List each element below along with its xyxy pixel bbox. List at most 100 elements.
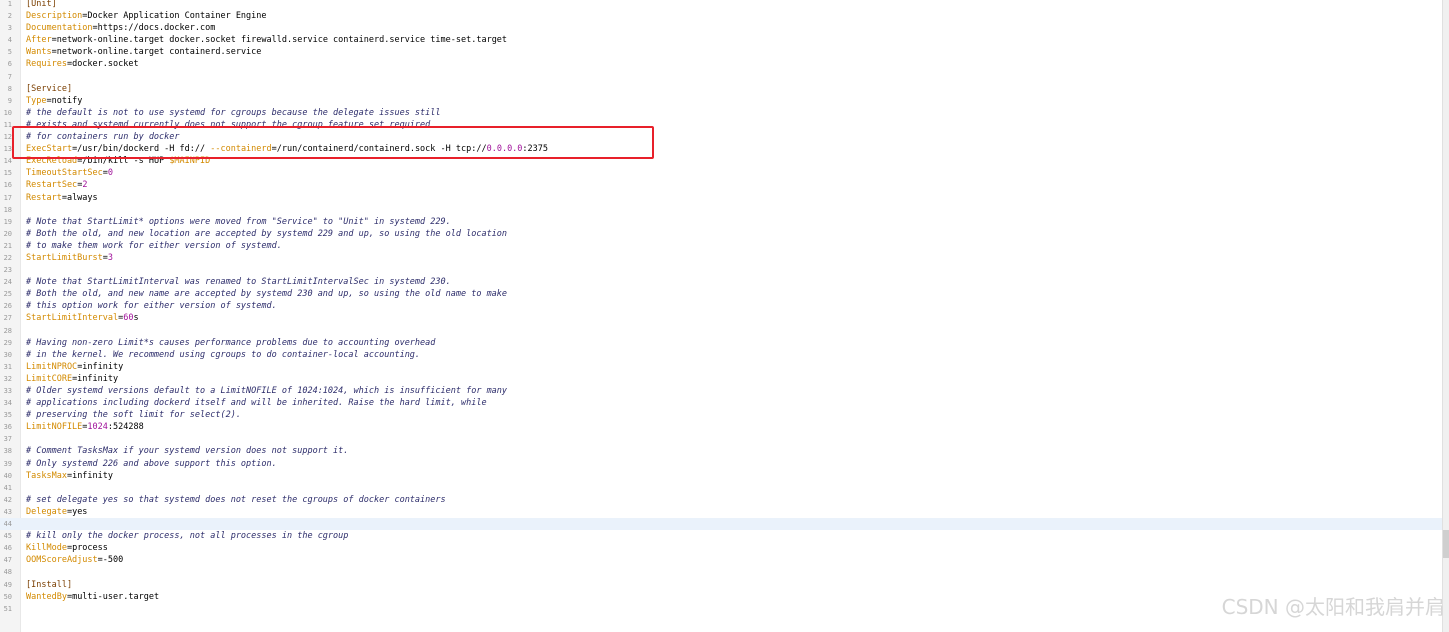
- line-number: 9: [7, 96, 12, 105]
- code-line[interactable]: 14 ExecReload=/bin/kill -s HUP $MAINPID: [0, 155, 1443, 167]
- code-line[interactable]: 33 # Older systemd versions default to a …: [0, 385, 1443, 397]
- token-key: ExecStart: [26, 144, 73, 155]
- code-line[interactable]: 35 # preserving the soft limit for select…: [0, 409, 1443, 421]
- token-plain: =/bin/kill -s HUP: [77, 156, 170, 167]
- line-number: 26: [3, 302, 12, 311]
- line-text: # Note that StartLimit* options were mov…: [26, 216, 451, 228]
- code-line[interactable]: 37: [0, 433, 1443, 445]
- csdn-watermark: CSDN @太阳和我肩并肩: [1221, 595, 1445, 619]
- code-line[interactable]: 18: [0, 204, 1443, 216]
- code-line[interactable]: 2 Description=Docker Application Containe…: [0, 10, 1443, 22]
- line-number: 25: [3, 290, 12, 299]
- token-cmt: # Having non-zero Limit*s causes perform…: [26, 337, 436, 348]
- code-line[interactable]: 43 Delegate=yes: [0, 506, 1443, 518]
- scrollbar-thumb[interactable]: [1443, 530, 1449, 558]
- code-line[interactable]: 48: [0, 566, 1443, 578]
- code-line[interactable]: 10 # the default is not to use systemd fo…: [0, 107, 1443, 119]
- line-text: [Service]: [26, 83, 72, 95]
- code-line[interactable]: 44: [0, 518, 1443, 531]
- code-line[interactable]: 3 Documentation=https://docs.docker.com: [0, 22, 1443, 34]
- code-line[interactable]: 30 # in the kernel. We recommend using cg…: [0, 349, 1443, 361]
- code-line[interactable]: 36 LimitNOFILE=1024:524288: [0, 421, 1443, 433]
- code-line[interactable]: 21 # to make them work for either version…: [0, 240, 1443, 252]
- line-text: TimeoutStartSec=0: [26, 167, 113, 179]
- token-plain: =notify: [46, 95, 83, 106]
- code-line[interactable]: 49 [Install]: [0, 579, 1443, 591]
- code-line[interactable]: 20 # Both the old, and new location are a…: [0, 228, 1443, 240]
- code-line[interactable]: 38 # Comment TasksMax if your systemd ver…: [0, 445, 1443, 457]
- code-line[interactable]: 9 Type=notify: [0, 95, 1443, 107]
- token-section: [Unit]: [26, 0, 57, 9]
- code-line[interactable]: 17 Restart=always: [0, 192, 1443, 204]
- line-text: StartLimitInterval=60s: [26, 312, 139, 324]
- code-line[interactable]: 19 # Note that StartLimit* options were m…: [0, 216, 1443, 228]
- code-line[interactable]: 13 ExecStart=/usr/bin/dockerd -H fd:// --…: [0, 143, 1443, 155]
- code-line[interactable]: 28: [0, 325, 1443, 337]
- line-text: # this option work for either version of…: [26, 300, 277, 312]
- line-number: 28: [3, 326, 12, 335]
- token-cmt: # Older systemd versions default to a Li…: [26, 386, 508, 396]
- code-line[interactable]: 24 # Note that StartLimitInterval was ren…: [0, 276, 1443, 288]
- code-line[interactable]: 4 After=network-online.target docker.sock…: [0, 34, 1443, 46]
- vertical-scrollbar[interactable]: [1442, 0, 1449, 632]
- token-key: Description: [26, 11, 83, 22]
- code-line[interactable]: 46 KillMode=process: [0, 542, 1443, 554]
- code-line[interactable]: 29 # Having non-zero Limit*s causes perfo…: [0, 337, 1443, 349]
- code-line[interactable]: 15 TimeoutStartSec=0: [0, 167, 1443, 179]
- code-line[interactable]: 34 # applications including dockerd itsel…: [0, 397, 1443, 409]
- text-editor[interactable]: 1 [Unit] 2 Description=Docker Application C…: [0, 0, 1443, 632]
- token-key: WantedBy: [26, 591, 67, 602]
- code-line[interactable]: 41: [0, 482, 1443, 494]
- line-number: 36: [3, 423, 12, 432]
- code-line[interactable]: 31 LimitNPROC=infinity: [0, 361, 1443, 373]
- code-line[interactable]: 5 Wants=network-online.target containerd.…: [0, 46, 1443, 58]
- code-line[interactable]: 40 TasksMax=infinity: [0, 470, 1443, 482]
- code-line[interactable]: 7: [0, 71, 1443, 83]
- line-number: 38: [3, 447, 12, 456]
- line-number: 27: [3, 314, 12, 323]
- code-line[interactable]: 47 OOMScoreAdjust=-500: [0, 554, 1443, 566]
- line-number: 50: [3, 592, 12, 601]
- code-line[interactable]: 16 RestartSec=2: [0, 179, 1443, 191]
- line-number: 3: [7, 24, 12, 33]
- line-number: 21: [3, 241, 12, 250]
- line-text: KillMode=process: [26, 542, 108, 554]
- line-number: 41: [3, 483, 12, 492]
- code-line[interactable]: 8 [Service]: [0, 83, 1443, 95]
- token-plain: s: [133, 313, 139, 324]
- token-plain: =yes: [66, 506, 88, 517]
- line-number: 37: [3, 435, 12, 444]
- line-text: # Older systemd versions default to a Li…: [26, 385, 507, 397]
- token-cmt: # Note that StartLimitInterval was renam…: [26, 277, 451, 288]
- code-line[interactable]: 12 # for containers run by docker: [0, 131, 1443, 143]
- code-line[interactable]: 6 Requires=docker.socket: [0, 58, 1443, 70]
- line-number: 16: [3, 181, 12, 190]
- token-num: 1024: [87, 422, 108, 433]
- line-number: 20: [3, 229, 12, 238]
- code-line[interactable]: 25 # Both the old, and new name are accep…: [0, 288, 1443, 300]
- code-lines[interactable]: 1 [Unit] 2 Description=Docker Application C…: [0, 0, 1443, 615]
- line-number: 39: [3, 459, 12, 468]
- line-number: 24: [3, 278, 12, 287]
- line-number: 11: [3, 120, 12, 129]
- code-line[interactable]: 39 # Only systemd 226 and above support t…: [0, 458, 1443, 470]
- line-text: Restart=always: [26, 192, 98, 204]
- code-line[interactable]: 23: [0, 264, 1443, 276]
- line-number: 47: [3, 556, 12, 565]
- token-cmt: # Note that StartLimit* options were mov…: [26, 216, 451, 227]
- code-line[interactable]: 11 # exists and systemd currently does no…: [0, 119, 1443, 131]
- line-text: # the default is not to use systemd for …: [26, 107, 441, 119]
- line-number: 31: [3, 362, 12, 371]
- code-line[interactable]: 27 StartLimitInterval=60s: [0, 312, 1443, 324]
- line-text: # Only systemd 226 and above support thi…: [26, 458, 277, 470]
- line-text: RestartSec=2: [26, 179, 87, 191]
- code-line[interactable]: 1 [Unit]: [0, 0, 1443, 10]
- line-text: TasksMax=infinity: [26, 470, 113, 482]
- code-line[interactable]: 22 StartLimitBurst=3: [0, 252, 1443, 264]
- line-text: Type=notify: [26, 95, 82, 107]
- code-line[interactable]: 45 # kill only the docker process, not al…: [0, 530, 1443, 542]
- code-line[interactable]: 32 LimitCORE=infinity: [0, 373, 1443, 385]
- code-line[interactable]: 42 # set delegate yes so that systemd doe…: [0, 494, 1443, 506]
- code-line[interactable]: 26 # this option work for either version …: [0, 300, 1443, 312]
- token-cmt: # exists and systemd currently does not …: [26, 119, 431, 130]
